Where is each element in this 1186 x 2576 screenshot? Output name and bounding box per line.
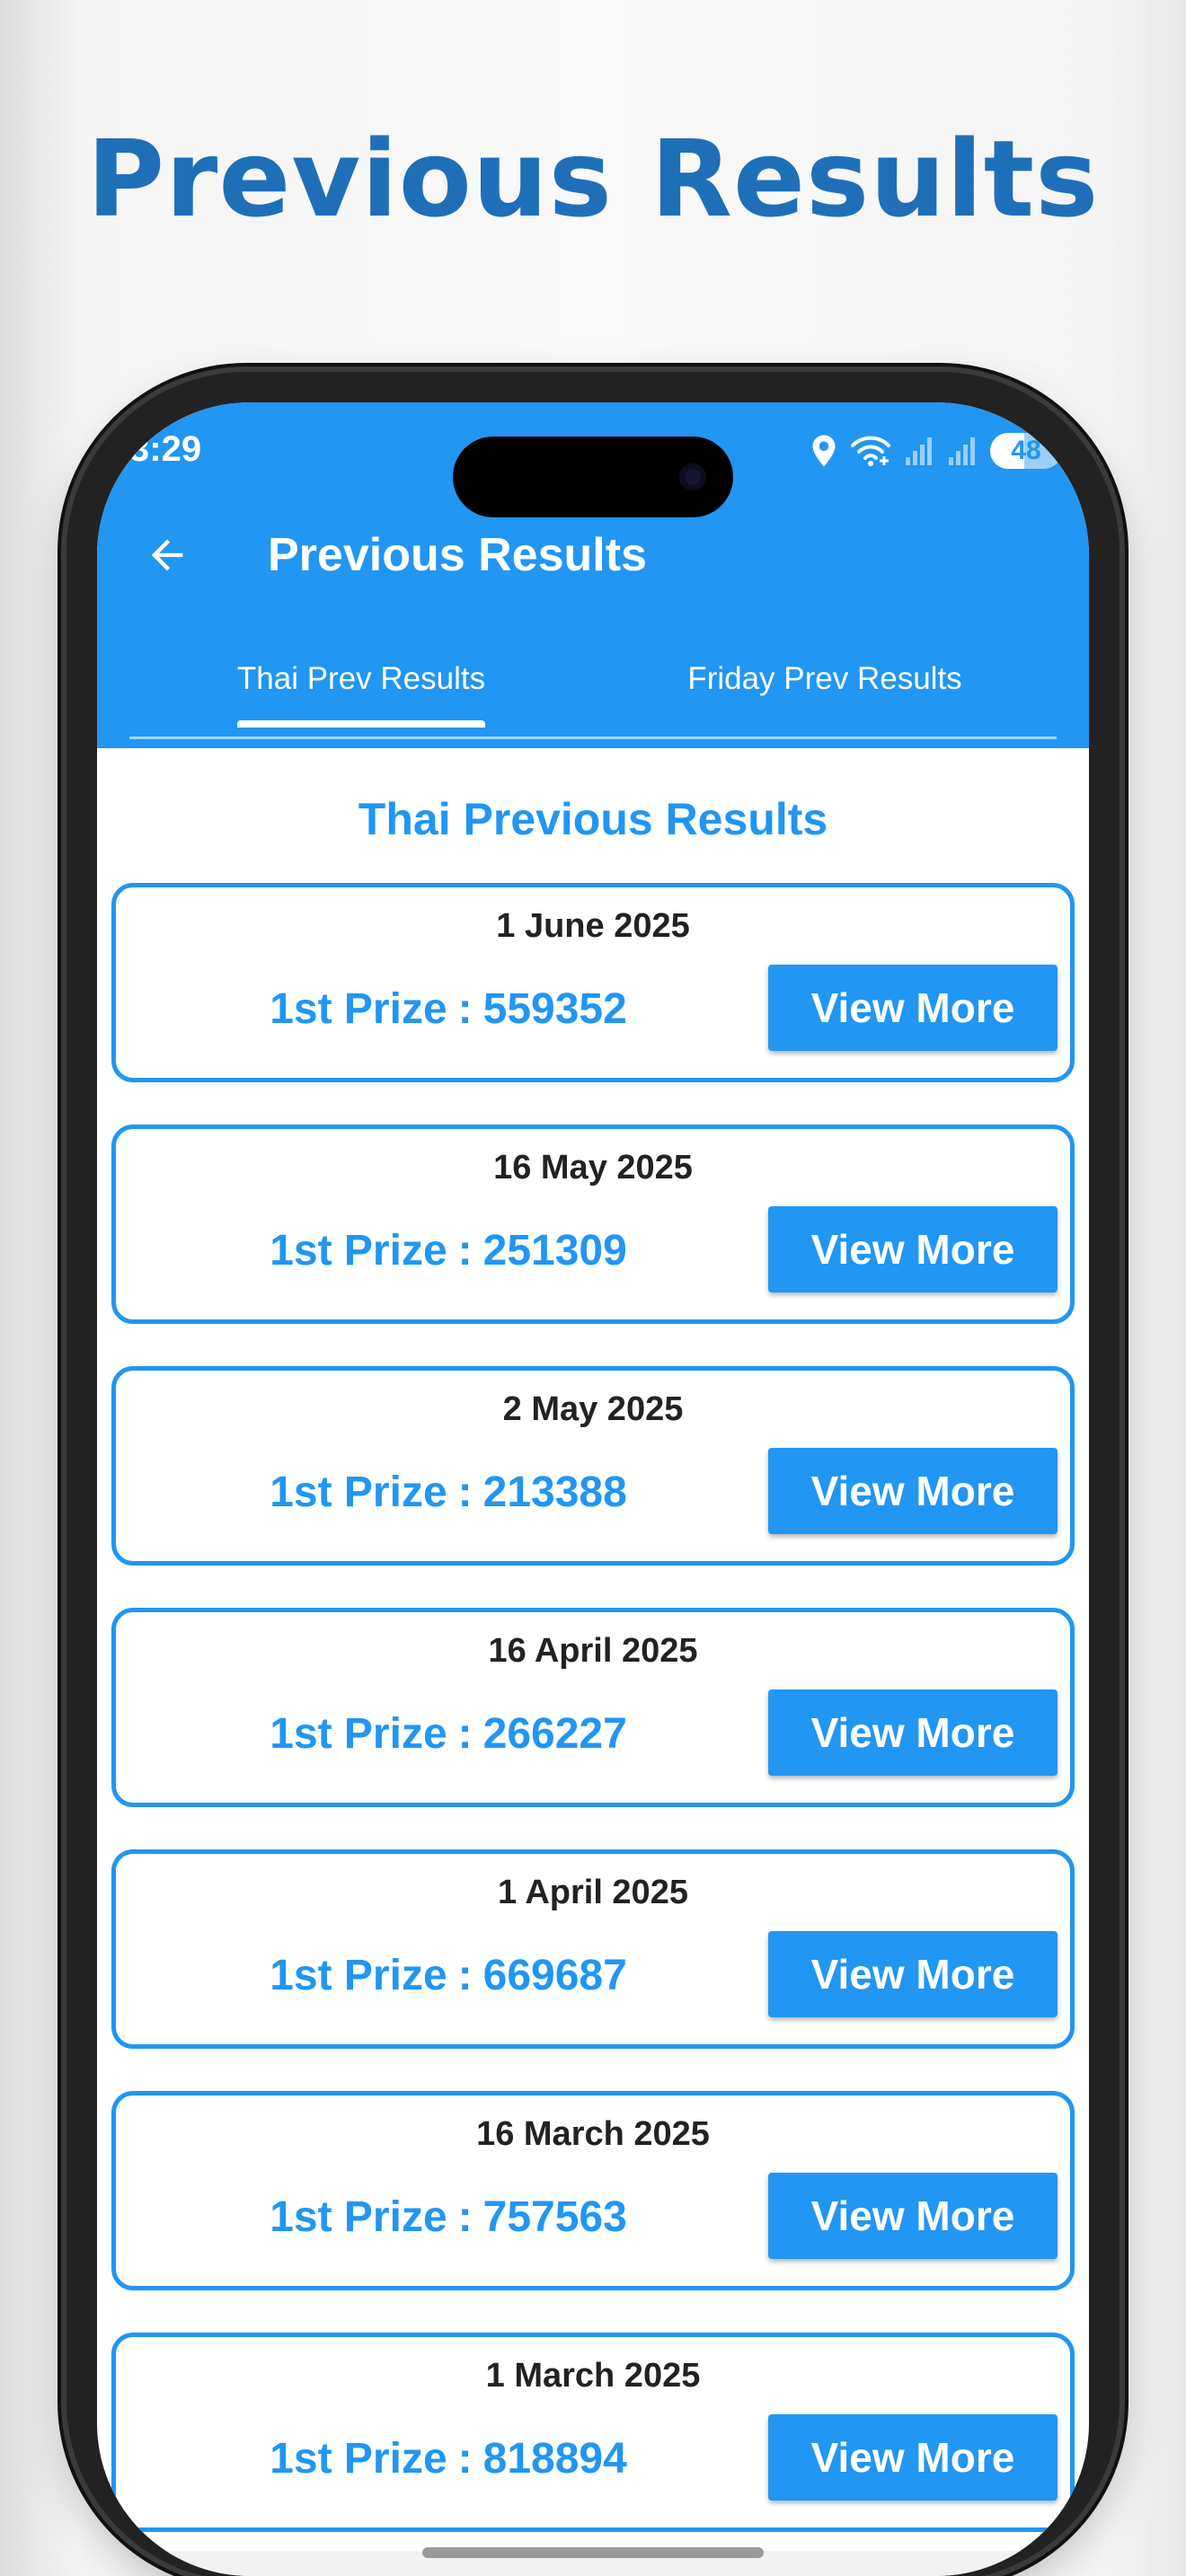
prize-number: 818894: [482, 2435, 627, 2483]
result-prize: 1st Prize:213388: [116, 1468, 781, 1517]
signal-icon-secondary: [949, 437, 975, 465]
battery-level: 48: [1011, 436, 1041, 465]
result-prize: 1st Prize:559352: [116, 984, 781, 1034]
prize-label: 1st Prize: [270, 1952, 447, 1999]
camera-icon: [679, 463, 706, 490]
prize-separator: :: [457, 1227, 473, 1275]
result-date: 2 May 2025: [502, 1390, 684, 1428]
prize-label: 1st Prize: [270, 1227, 447, 1275]
tab-label: Friday Prev Results: [687, 661, 961, 697]
page-headline: Previous Results: [86, 117, 1100, 241]
result-date: 16 March 2025: [476, 2115, 710, 2153]
tab-friday-prev-results[interactable]: Friday Prev Results: [593, 645, 1057, 737]
signal-icon: [906, 437, 932, 465]
result-card: 1 April 2025 1st Prize:669687 View More: [111, 1849, 1075, 2049]
prize-number: 266227: [482, 1710, 627, 1758]
location-icon: [812, 435, 836, 467]
prize-separator: :: [457, 2435, 473, 2483]
tab-bar: Thai Prev Results Friday Prev Results: [129, 645, 1057, 739]
result-prize: 1st Prize:251309: [116, 1226, 781, 1275]
battery-indicator: 48: [990, 433, 1062, 469]
result-card: 1 March 2025 1st Prize:818894 View More: [111, 2333, 1075, 2532]
result-date: 1 June 2025: [496, 907, 690, 945]
app-bar-title: Previous Results: [268, 529, 647, 581]
page: Previous Results 3:29 48 Previous Result…: [0, 0, 1186, 2576]
prize-label: 1st Prize: [270, 2193, 447, 2241]
prize-number: 213388: [482, 1469, 627, 1516]
prize-label: 1st Prize: [270, 2435, 447, 2483]
app-bar: 3:29 48 Previous Results Thai Prev Resul…: [97, 402, 1089, 748]
status-icons: 48: [810, 433, 1062, 469]
results-content: Thai Previous Results 1 June 2025 1st Pr…: [97, 748, 1089, 2576]
result-prize: 1st Prize:669687: [116, 1951, 781, 2000]
results-list[interactable]: 1 June 2025 1st Prize:559352 View More 1…: [111, 883, 1075, 2574]
back-button[interactable]: [131, 519, 203, 591]
prize-separator: :: [457, 1469, 473, 1516]
view-more-button[interactable]: View More: [768, 2173, 1058, 2259]
result-date: 1 March 2025: [485, 2357, 701, 2395]
tab-selected-indicator: [236, 720, 486, 728]
home-indicator[interactable]: [422, 2547, 764, 2558]
dynamic-island: [453, 437, 733, 517]
prize-number: 251309: [482, 1227, 627, 1275]
tab-thai-prev-results[interactable]: Thai Prev Results: [129, 645, 593, 737]
prize-number: 669687: [482, 1952, 627, 1999]
result-prize: 1st Prize:266227: [116, 1709, 781, 1759]
tab-label-text: Friday Prev Results: [687, 661, 962, 696]
result-card: 1 June 2025 1st Prize:559352 View More: [111, 883, 1075, 1082]
result-date: 16 April 2025: [488, 1632, 698, 1670]
view-more-button[interactable]: View More: [768, 1931, 1058, 2017]
result-card: 2 May 2025 1st Prize:213388 View More: [111, 1366, 1075, 1566]
prize-label: 1st Prize: [270, 1469, 447, 1516]
result-card: 16 April 2025 1st Prize:266227 View More: [111, 1608, 1075, 1807]
prize-separator: :: [457, 1710, 473, 1758]
result-date: 16 May 2025: [493, 1149, 693, 1187]
result-prize: 1st Prize:757563: [116, 2192, 781, 2242]
result-card: 16 May 2025 1st Prize:251309 View More: [111, 1125, 1075, 1324]
section-title: Thai Previous Results: [358, 794, 828, 844]
prize-label: 1st Prize: [270, 1710, 447, 1758]
view-more-button[interactable]: View More: [768, 965, 1058, 1051]
prize-separator: :: [457, 985, 473, 1033]
result-card: 16 March 2025 1st Prize:757563 View More: [111, 2091, 1075, 2290]
wifi-icon: [851, 436, 890, 466]
view-more-button[interactable]: View More: [768, 1689, 1058, 1776]
phone-screen: 3:29 48 Previous Results Thai Prev Resul…: [97, 402, 1089, 2576]
prize-separator: :: [457, 1952, 473, 1999]
status-time: 3:29: [129, 429, 202, 469]
prize-separator: :: [457, 2193, 473, 2241]
view-more-button[interactable]: View More: [768, 2414, 1058, 2501]
prize-label: 1st Prize: [270, 985, 447, 1033]
result-date: 1 April 2025: [498, 1874, 688, 1911]
prize-number: 757563: [482, 2193, 627, 2241]
tab-label-text: Thai Prev Results: [236, 661, 486, 696]
view-more-button[interactable]: View More: [768, 1448, 1058, 1534]
prize-number: 559352: [482, 985, 627, 1033]
phone-frame: 3:29 48 Previous Results Thai Prev Resul…: [66, 372, 1120, 2576]
arrow-left-icon: [151, 539, 183, 571]
tab-label: Thai Prev Results: [236, 661, 486, 728]
result-prize: 1st Prize:818894: [116, 2434, 781, 2483]
view-more-button[interactable]: View More: [768, 1206, 1058, 1292]
